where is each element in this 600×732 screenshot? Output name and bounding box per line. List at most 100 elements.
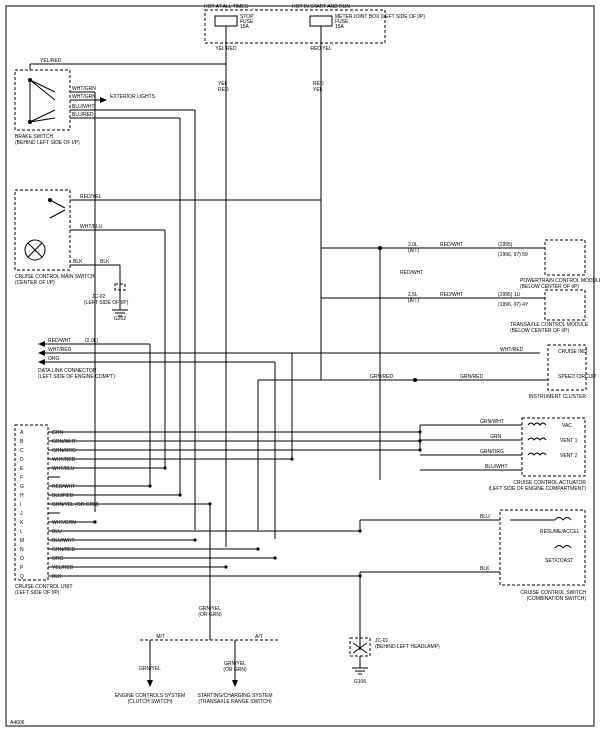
svg-text:BLU/WHT: BLU/WHT <box>52 538 75 544</box>
ccu-pin-C: C <box>20 448 24 454</box>
svg-text:GRN/YEL (OR GRN): GRN/YEL (OR GRN) <box>52 502 99 508</box>
svg-text:(CLUTCH SWITCH): (CLUTCH SWITCH) <box>128 699 173 705</box>
ccu-pin-O: O <box>20 556 24 562</box>
svg-text:GRN/WHT: GRN/WHT <box>480 419 504 425</box>
svg-text:(2.0L): (2.0L) <box>85 338 98 344</box>
main-switch-box <box>15 190 70 270</box>
svg-text:YEL: YEL <box>313 87 323 93</box>
svg-text:RED/YEL: RED/YEL <box>80 194 102 200</box>
svg-text:BLU/WHT: BLU/WHT <box>72 104 95 110</box>
svg-text:GRN/RED: GRN/RED <box>370 374 393 380</box>
svg-text:BLK: BLK <box>73 259 83 265</box>
svg-text:(CENTER OF I/P): (CENTER OF I/P) <box>15 280 55 286</box>
svg-text:RESUME/ACCEL: RESUME/ACCEL <box>540 529 580 535</box>
svg-text:RED/WHT: RED/WHT <box>440 242 463 248</box>
ccu-pin-D: D <box>20 457 24 463</box>
svg-text:SPEED CIRCUIT: SPEED CIRCUIT <box>558 374 597 380</box>
ccu-pin-G: G <box>20 484 24 490</box>
svg-text:RED/WHT: RED/WHT <box>400 270 423 276</box>
svg-text:BLK: BLK <box>52 574 62 580</box>
ccu-pin-B: B <box>20 439 24 445</box>
svg-text:YEL/RED: YEL/RED <box>52 565 74 571</box>
meter-hot: HOT IN START AND RUN <box>292 4 350 10</box>
svg-text:VAC: VAC <box>562 423 572 429</box>
svg-text:INSTRUMENT CLUSTER: INSTRUMENT CLUSTER <box>529 394 587 400</box>
svg-text:ORG: ORG <box>48 356 60 362</box>
ccu-pin-M: M <box>20 538 24 544</box>
actuator-box <box>522 418 585 476</box>
svg-text:WHT/RED: WHT/RED <box>48 347 72 353</box>
ccu-pin-A: A <box>20 430 24 436</box>
svg-text:RED/WHT: RED/WHT <box>52 484 75 490</box>
svg-text:(LEFT SIDE OF ENGINE COMPARTME: (LEFT SIDE OF ENGINE COMPARTMENT) <box>488 486 586 492</box>
svg-text:(1995) 1U: (1995) 1U <box>498 292 521 298</box>
svg-text:WHT/BLU: WHT/BLU <box>80 224 103 230</box>
svg-text:ORG: ORG <box>52 556 64 562</box>
svg-text:(TRANSAXLE RANGE SWITCH): (TRANSAXLE RANGE SWITCH) <box>198 699 272 705</box>
svg-text:15A: 15A <box>240 24 250 30</box>
svg-text:(1996, 97) 4Y: (1996, 97) 4Y <box>498 302 529 308</box>
svg-text:(BELOW CENTER OF I/P): (BELOW CENTER OF I/P) <box>520 284 580 290</box>
svg-text:VENT 1: VENT 1 <box>560 438 578 444</box>
svg-text:YEL RED: YEL RED <box>215 46 237 52</box>
svg-text:WHT/GRN: WHT/GRN <box>72 86 96 92</box>
svg-text:RED: RED <box>218 87 229 93</box>
svg-text:GRN/ORG: GRN/ORG <box>480 449 504 455</box>
svg-text:(LEFT SIDE OF ENGINE COMPT): (LEFT SIDE OF ENGINE COMPT) <box>38 374 115 380</box>
svg-text:(1995): (1995) <box>498 242 513 248</box>
ground-g202: G202 <box>114 316 126 322</box>
wiring-diagram: HOT AT ALL TIMES HOT IN START AND RUN ST… <box>0 0 600 732</box>
arrow-icon <box>100 97 107 103</box>
figure-id: A4606 <box>10 720 25 726</box>
ccu-pin-J: J <box>20 511 23 517</box>
svg-text:BLU/RED: BLU/RED <box>72 112 94 118</box>
svg-text:GRN/RED: GRN/RED <box>460 374 483 380</box>
svg-text:WHT/GRN: WHT/GRN <box>52 520 76 526</box>
svg-text:(BEHIND LEFT HEADLAMP): (BEHIND LEFT HEADLAMP) <box>375 644 440 650</box>
svg-text:WHT/RED: WHT/RED <box>52 457 76 463</box>
svg-text:GRN/RED: GRN/RED <box>52 547 75 553</box>
svg-text:(LEFT SIDE OF I/P): (LEFT SIDE OF I/P) <box>15 590 60 596</box>
svg-text:A/T: A/T <box>255 634 263 640</box>
svg-text:(A/T): (A/T) <box>408 298 419 304</box>
svg-text:(LEFT SIDE OF I/P): (LEFT SIDE OF I/P) <box>84 300 129 306</box>
svg-text:15A: 15A <box>335 24 345 30</box>
svg-text:(BEHIND LEFT SIDE OF I/P): (BEHIND LEFT SIDE OF I/P) <box>15 140 80 146</box>
svg-text:VENT 2: VENT 2 <box>560 453 578 459</box>
svg-text:RED/WHT: RED/WHT <box>48 338 71 344</box>
svg-text:SET/COAST: SET/COAST <box>545 558 573 564</box>
meter-fuse <box>310 16 332 26</box>
ccu-pin-F: F <box>20 475 23 481</box>
svg-text:RED YEL: RED YEL <box>310 46 332 52</box>
svg-text:BLK: BLK <box>480 566 490 572</box>
cc-switch-box <box>500 510 585 585</box>
ccu-pin-L: L <box>20 529 23 535</box>
svg-text:BLU/RED: BLU/RED <box>52 493 74 499</box>
ccu-pin-K: K <box>20 520 24 526</box>
ground-g106: G106 <box>354 679 366 685</box>
tcm-box <box>545 290 585 320</box>
joint-box-label: JOINT BOX (LEFT SIDE OF I/P) <box>353 14 425 20</box>
svg-text:(A/T): (A/T) <box>408 248 419 254</box>
svg-text:GRN/YEL: GRN/YEL <box>139 666 161 672</box>
svg-text:BLU/WHT: BLU/WHT <box>485 464 508 470</box>
svg-text:(BELOW CENTER OF I/P): (BELOW CENTER OF I/P) <box>510 328 570 334</box>
svg-text:BLU: BLU <box>52 529 62 535</box>
brake-switch-box <box>15 70 70 130</box>
svg-text:BLK: BLK <box>100 259 110 265</box>
svg-text:WHT/BLU: WHT/BLU <box>52 466 75 472</box>
svg-text:(COMBINATION SWITCH): (COMBINATION SWITCH) <box>527 596 587 602</box>
ccu-pin-H: H <box>20 493 24 499</box>
stop-fuse <box>215 16 237 26</box>
ccu-pin-E: E <box>20 466 24 472</box>
ccu-pin-Q: Q <box>20 574 24 580</box>
svg-text:GRN/WHT: GRN/WHT <box>52 439 76 445</box>
svg-text:GRN: GRN <box>52 430 64 436</box>
svg-text:M/T: M/T <box>156 634 165 640</box>
svg-text:RED/WHT: RED/WHT <box>440 292 463 298</box>
svg-text:WHT/RED: WHT/RED <box>500 347 524 353</box>
ccu-pin-N: N <box>20 547 24 553</box>
svg-text:WHT/GRN: WHT/GRN <box>72 94 96 100</box>
svg-text:(OR GRN): (OR GRN) <box>223 667 247 673</box>
svg-text:EXTERIOR LIGHTS: EXTERIOR LIGHTS <box>110 94 156 100</box>
